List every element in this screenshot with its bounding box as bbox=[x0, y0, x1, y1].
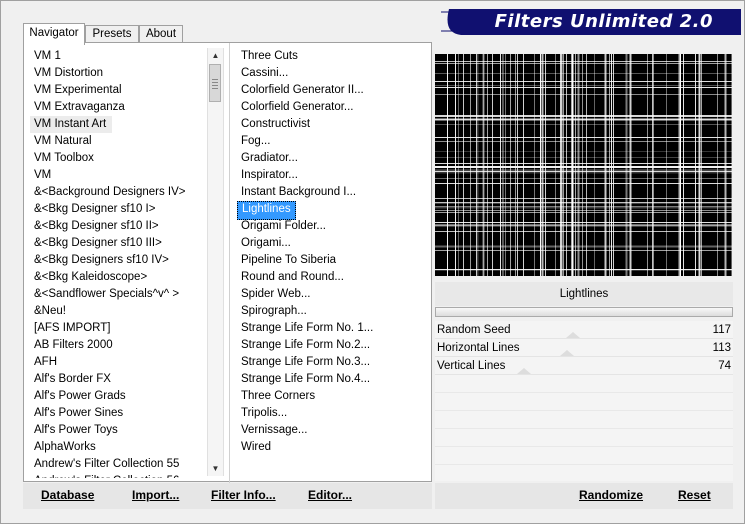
filter-item[interactable]: Origami Folder... bbox=[237, 218, 417, 235]
category-item[interactable]: VM 1 bbox=[30, 48, 208, 65]
bottom-toolbar-right: Randomize Reset bbox=[435, 483, 733, 509]
category-item[interactable]: VM bbox=[30, 167, 208, 184]
current-filter-name: Lightlines bbox=[435, 282, 733, 306]
category-item[interactable]: AFH bbox=[30, 354, 208, 371]
category-item[interactable]: Alf's Power Grads bbox=[30, 388, 208, 405]
editor-button[interactable]: Editor... bbox=[308, 488, 352, 502]
category-item[interactable]: VM Extravaganza bbox=[30, 99, 208, 116]
empty-param-row bbox=[435, 447, 733, 465]
category-item[interactable]: &<Bkg Designer sf10 II> bbox=[30, 218, 208, 235]
filter-list[interactable]: Three Cuts Cassini... Colorfield Generator… bbox=[237, 48, 417, 478]
navigator-panel: VM 1 VM Distortion VM Experimental VM Extra… bbox=[23, 42, 432, 483]
filter-item[interactable]: Round and Round... bbox=[237, 269, 417, 286]
filter-item[interactable]: Gradiator... bbox=[237, 150, 417, 167]
category-item[interactable]: Andrew's Filter Collection 56 bbox=[30, 473, 208, 478]
filter-item[interactable]: Strange Life Form No.3... bbox=[237, 354, 417, 371]
filter-item[interactable]: Inspirator... bbox=[237, 167, 417, 184]
filter-item[interactable]: Strange Life Form No.4... bbox=[237, 371, 417, 388]
category-list[interactable]: VM 1 VM Distortion VM Experimental VM Extra… bbox=[30, 48, 208, 478]
param-label: Vertical Lines bbox=[437, 360, 506, 372]
param-label: Random Seed bbox=[437, 324, 511, 336]
filter-item[interactable]: Instant Background I... bbox=[237, 184, 417, 201]
filter-item[interactable]: Spider Web... bbox=[237, 286, 417, 303]
filter-item[interactable]: Tripolis... bbox=[237, 405, 417, 422]
empty-param-row bbox=[435, 375, 733, 393]
filter-info-button[interactable]: Filter Info... bbox=[211, 488, 276, 502]
category-item[interactable]: Alf's Border FX bbox=[30, 371, 208, 388]
preview-lightlines bbox=[435, 54, 732, 276]
param-slider-track[interactable] bbox=[435, 374, 733, 375]
category-item[interactable]: &<Background Designers IV> bbox=[30, 184, 208, 201]
param-slider-thumb[interactable] bbox=[517, 368, 531, 374]
filter-item[interactable]: Strange Life Form No.2... bbox=[237, 337, 417, 354]
bottom-toolbar-left: Database Import... Filter Info... Editor… bbox=[23, 483, 432, 509]
tab-presets[interactable]: Presets bbox=[85, 25, 139, 43]
param-value: 117 bbox=[712, 324, 731, 336]
filter-item[interactable]: Pipeline To Siberia bbox=[237, 252, 417, 269]
category-item[interactable]: Alf's Power Sines bbox=[30, 405, 208, 422]
category-item[interactable]: VM Toolbox bbox=[30, 150, 208, 167]
filter-item[interactable]: Colorfield Generator... bbox=[237, 99, 417, 116]
category-item[interactable]: [AFS IMPORT] bbox=[30, 320, 208, 337]
category-item[interactable]: &<Bkg Designer sf10 I> bbox=[30, 201, 208, 218]
reset-button[interactable]: Reset bbox=[678, 488, 711, 502]
banner-title: Filters Unlimited 2.0 bbox=[494, 11, 713, 32]
category-item[interactable]: AB Filters 2000 bbox=[30, 337, 208, 354]
filter-item[interactable]: Three Corners bbox=[237, 388, 417, 405]
param-slider-thumb[interactable] bbox=[566, 332, 580, 338]
category-item[interactable]: VM Natural bbox=[30, 133, 208, 150]
filter-item[interactable]: Wired bbox=[237, 439, 417, 456]
param-horizontal-lines[interactable]: Horizontal Lines 113 bbox=[435, 339, 733, 357]
scroll-up-icon[interactable]: ▲ bbox=[208, 48, 223, 63]
randomize-button[interactable]: Randomize bbox=[579, 488, 643, 502]
param-label: Horizontal Lines bbox=[437, 342, 520, 354]
category-item[interactable]: &<Bkg Kaleidoscope> bbox=[30, 269, 208, 286]
panel-divider bbox=[229, 43, 230, 483]
filter-item[interactable]: Colorfield Generator II... bbox=[237, 82, 417, 99]
category-item[interactable]: &<Bkg Designers sf10 IV> bbox=[30, 252, 208, 269]
category-item[interactable]: Alf's Power Toys bbox=[30, 422, 208, 439]
filter-item[interactable]: Cassini... bbox=[237, 65, 417, 82]
database-button[interactable]: Database bbox=[41, 488, 94, 502]
filters-unlimited-window: Filters Unlimited 2.0 Navigator Presets … bbox=[0, 0, 745, 524]
param-random-seed[interactable]: Random Seed 117 bbox=[435, 321, 733, 339]
empty-param-row bbox=[435, 429, 733, 447]
scroll-down-icon[interactable]: ▼ bbox=[208, 461, 223, 476]
category-item[interactable]: &Neu! bbox=[30, 303, 208, 320]
filter-item[interactable]: Vernissage... bbox=[237, 422, 417, 439]
param-value: 74 bbox=[718, 360, 731, 372]
category-item[interactable]: &<Sandflower Specials^v^ > bbox=[30, 286, 208, 303]
param-value: 113 bbox=[712, 342, 731, 354]
filter-item[interactable]: Three Cuts bbox=[237, 48, 417, 65]
progress-bar bbox=[435, 307, 733, 317]
category-item[interactable]: VM Distortion bbox=[30, 65, 208, 82]
filter-item[interactable]: Spirograph... bbox=[237, 303, 417, 320]
empty-param-row bbox=[435, 411, 733, 429]
category-item[interactable]: AlphaWorks bbox=[30, 439, 208, 456]
filter-item[interactable]: Fog... bbox=[237, 133, 417, 150]
param-vertical-lines[interactable]: Vertical Lines 74 bbox=[435, 357, 733, 375]
category-item[interactable]: VM Experimental bbox=[30, 82, 208, 99]
tab-navigator[interactable]: Navigator bbox=[23, 23, 85, 45]
category-item[interactable]: &<Bkg Designer sf10 III> bbox=[30, 235, 208, 252]
tab-about[interactable]: About bbox=[139, 25, 183, 43]
parameter-panel: Random Seed 117 Horizontal Lines 113 Ver… bbox=[435, 321, 733, 481]
banner: Filters Unlimited 2.0 bbox=[441, 9, 741, 35]
category-scrollbar[interactable]: ▲ ▼ bbox=[207, 48, 224, 476]
filter-preview bbox=[435, 54, 732, 276]
empty-param-row bbox=[435, 393, 733, 411]
filter-item[interactable]: Origami... bbox=[237, 235, 417, 252]
filter-item[interactable]: Strange Life Form No. 1... bbox=[237, 320, 417, 337]
category-item[interactable]: VM Instant Art bbox=[30, 116, 113, 133]
filter-item[interactable]: Constructivist bbox=[237, 116, 417, 133]
param-slider-thumb[interactable] bbox=[560, 350, 574, 356]
scroll-thumb[interactable] bbox=[209, 64, 221, 102]
import-button[interactable]: Import... bbox=[132, 488, 179, 502]
category-item[interactable]: Andrew's Filter Collection 55 bbox=[30, 456, 208, 473]
